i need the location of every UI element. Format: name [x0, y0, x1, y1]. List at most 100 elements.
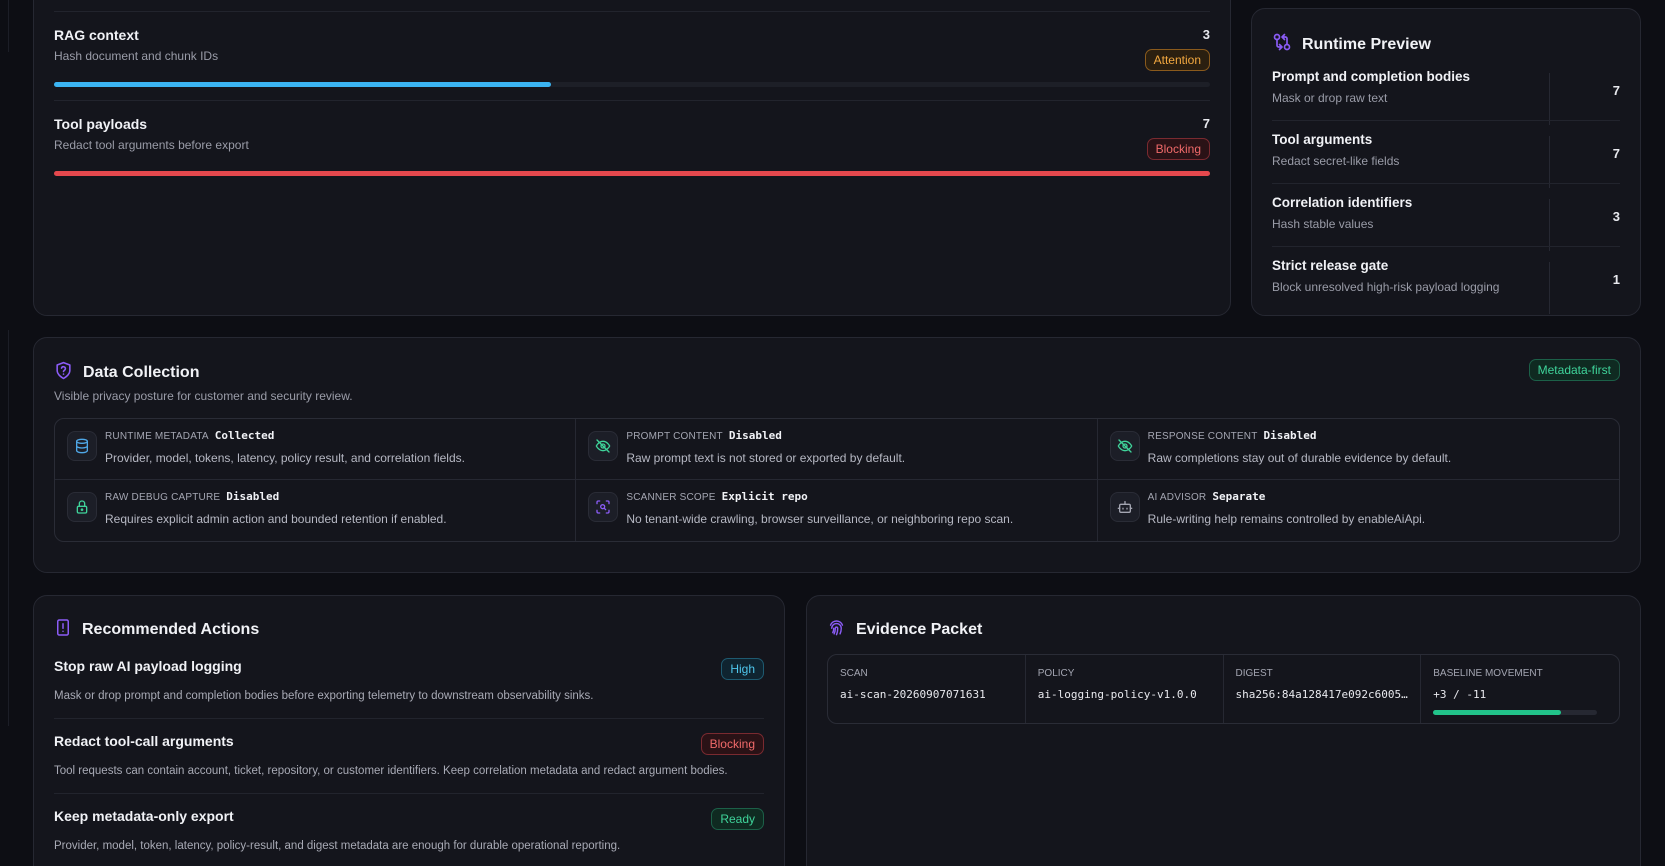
data-collection-grid: Runtime metadata Collected Provider, mode…: [54, 418, 1620, 542]
item-description: Requires explicit admin action and bound…: [105, 512, 447, 526]
eye-off-icon: [1109, 431, 1140, 461]
action-title: Stop raw AI payload logging: [54, 658, 242, 674]
action-description: Mask or drop prompt and completion bodie…: [54, 690, 594, 702]
action-title: Keep metadata-only export: [54, 808, 234, 824]
evidence-value[interactable]: ai-scan-20260907071631: [840, 688, 1013, 701]
item-value: Disabled: [226, 490, 280, 503]
row-separator: [54, 100, 1210, 101]
runtime-item-subtitle: Block unresolved high-risk payload loggi…: [1272, 280, 1500, 294]
evidence-packet-card: Evidence Packet Scan ai-scan-20260907071…: [806, 595, 1641, 866]
git-compare-icon: [1272, 32, 1292, 57]
status-badge: Blocking: [1146, 138, 1210, 160]
card-title: Data Collection: [83, 364, 200, 381]
item-value: Disabled: [1263, 429, 1317, 442]
row-separator: [1272, 183, 1620, 184]
item-label: Prompt content: [626, 431, 723, 442]
evidence-policy: Policy ai-logging-policy-v1.0.0: [1026, 655, 1224, 723]
data-collection-item-raw-debug-capture: Raw debug capture Disabled Requires expli…: [55, 480, 577, 541]
evidence-value[interactable]: sha256:84a128417e092c6005…: [1236, 688, 1409, 701]
bot-icon: [1109, 492, 1140, 522]
item-label: Response content: [1147, 431, 1258, 442]
payload-row-count: 7: [1202, 116, 1210, 131]
evidence-value[interactable]: ai-logging-policy-v1.0.0: [1038, 688, 1211, 701]
payload-row-subtitle: Redact tool arguments before export: [54, 138, 249, 152]
item-description: Raw completions stay out of durable evid…: [1147, 451, 1452, 465]
shield-question-icon: [54, 361, 73, 385]
baseline-progress-track: [1433, 710, 1598, 715]
left-edge-divider: [8, 0, 9, 52]
runtime-item-subtitle: Redact secret-like fields: [1272, 154, 1400, 168]
item-description: Provider, model, tokens, latency, policy…: [105, 451, 465, 465]
item-value: Separate: [1212, 490, 1266, 503]
card-subtitle: Visible privacy posture for customer and…: [54, 389, 353, 403]
runtime-item-title: Tool arguments: [1272, 132, 1373, 147]
priority-badge: Ready: [711, 808, 764, 830]
scan-search-icon: [588, 492, 619, 522]
progress-track: [54, 82, 1210, 87]
evidence-baseline-movement: Baseline movement +3 / -11: [1421, 655, 1619, 723]
payload-risk-card: RAG context Hash document and chunk IDs …: [33, 0, 1231, 316]
payload-row-title: RAG context: [54, 27, 139, 43]
data-collection-item-response-content: Response content Disabled Raw completions…: [1097, 419, 1619, 480]
divider: [1549, 73, 1550, 125]
runtime-item-count: 7: [1612, 83, 1620, 98]
fingerprint-icon: [827, 618, 846, 642]
evidence-label: Scan: [840, 668, 868, 679]
card-title: Recommended Actions: [82, 621, 260, 638]
runtime-item-title: Strict release gate: [1272, 258, 1389, 273]
item-label: AI advisor: [1147, 492, 1207, 503]
item-label: Scanner scope: [626, 492, 716, 503]
action-item[interactable]: Keep metadata-only export Ready Provider…: [54, 808, 764, 852]
runtime-item-count: 1: [1612, 272, 1620, 287]
evidence-digest: Digest sha256:84a128417e092c6005…: [1224, 655, 1422, 723]
evidence-scan: Scan ai-scan-20260907071631: [828, 655, 1026, 723]
evidence-label: Policy: [1037, 668, 1075, 679]
row-separator: [54, 793, 764, 794]
action-item[interactable]: Redact tool-call arguments Blocking Tool…: [54, 733, 764, 777]
baseline-progress-fill: [1433, 710, 1562, 715]
item-description: Rule-writing help remains controlled by …: [1147, 512, 1426, 526]
item-description: Raw prompt text is not stored or exporte…: [626, 451, 906, 465]
item-value: Collected: [214, 429, 275, 442]
runtime-item[interactable]: Strict release gate Block unresolved hig…: [1272, 258, 1620, 318]
metadata-first-badge: Metadata-first: [1528, 359, 1620, 381]
evidence-grid: Scan ai-scan-20260907071631 Policy ai-lo…: [827, 654, 1620, 724]
data-collection-item-ai-advisor: AI advisor Separate Rule-writing help rem…: [1098, 480, 1619, 541]
file-alert-icon: [54, 618, 72, 642]
item-value: Explicit repo: [721, 490, 808, 503]
item-value: Disabled: [728, 429, 782, 442]
runtime-item-title: Prompt and completion bodies: [1272, 69, 1471, 84]
runtime-item-subtitle: Mask or drop raw text: [1272, 91, 1388, 105]
row-separator: [1272, 246, 1620, 247]
payload-row-count: 3: [1202, 27, 1210, 42]
data-collection-item-scanner-scope: Scanner scope Explicit repo No tenant-wid…: [576, 480, 1098, 541]
data-collection-item-prompt-content: Prompt content Disabled Raw prompt text i…: [576, 419, 1098, 480]
divider: [1549, 262, 1550, 314]
priority-badge: Blocking: [700, 733, 764, 755]
evidence-label: Baseline movement: [1433, 668, 1543, 679]
item-description: No tenant-wide crawling, browser surveil…: [626, 512, 1014, 526]
progress-track: [54, 171, 1210, 176]
lock-icon: [67, 492, 97, 522]
action-description: Provider, model, token, latency, policy-…: [54, 840, 621, 852]
action-title: Redact tool-call arguments: [54, 733, 234, 749]
payload-row-rag-context[interactable]: RAG context Hash document and chunk IDs …: [54, 27, 1210, 71]
payload-row-title: Tool payloads: [54, 116, 148, 132]
row-separator: [54, 718, 764, 719]
status-badge: Attention: [1144, 49, 1210, 71]
action-item[interactable]: Stop raw AI payload logging High Mask or…: [54, 658, 764, 702]
item-label: Runtime metadata: [105, 431, 209, 442]
action-description: Tool requests can contain account, ticke…: [54, 765, 728, 777]
runtime-preview-card: Runtime Preview Prompt and completion bo…: [1251, 8, 1641, 316]
runtime-item-count: 3: [1612, 209, 1620, 224]
card-title: Evidence Packet: [856, 621, 983, 638]
database-icon: [67, 431, 97, 461]
divider: [1549, 136, 1550, 188]
data-collection-card: Data Collection Visible privacy posture …: [33, 337, 1641, 573]
data-collection-item-runtime-metadata: Runtime metadata Collected Provider, mode…: [55, 419, 577, 480]
progress-fill: [54, 82, 552, 87]
evidence-label: Digest: [1235, 668, 1273, 679]
card-title: Runtime Preview: [1302, 35, 1431, 53]
payload-row-tool-payloads[interactable]: Tool payloads Redact tool arguments befo…: [54, 116, 1210, 160]
runtime-item-title: Correlation identifiers: [1272, 195, 1413, 210]
